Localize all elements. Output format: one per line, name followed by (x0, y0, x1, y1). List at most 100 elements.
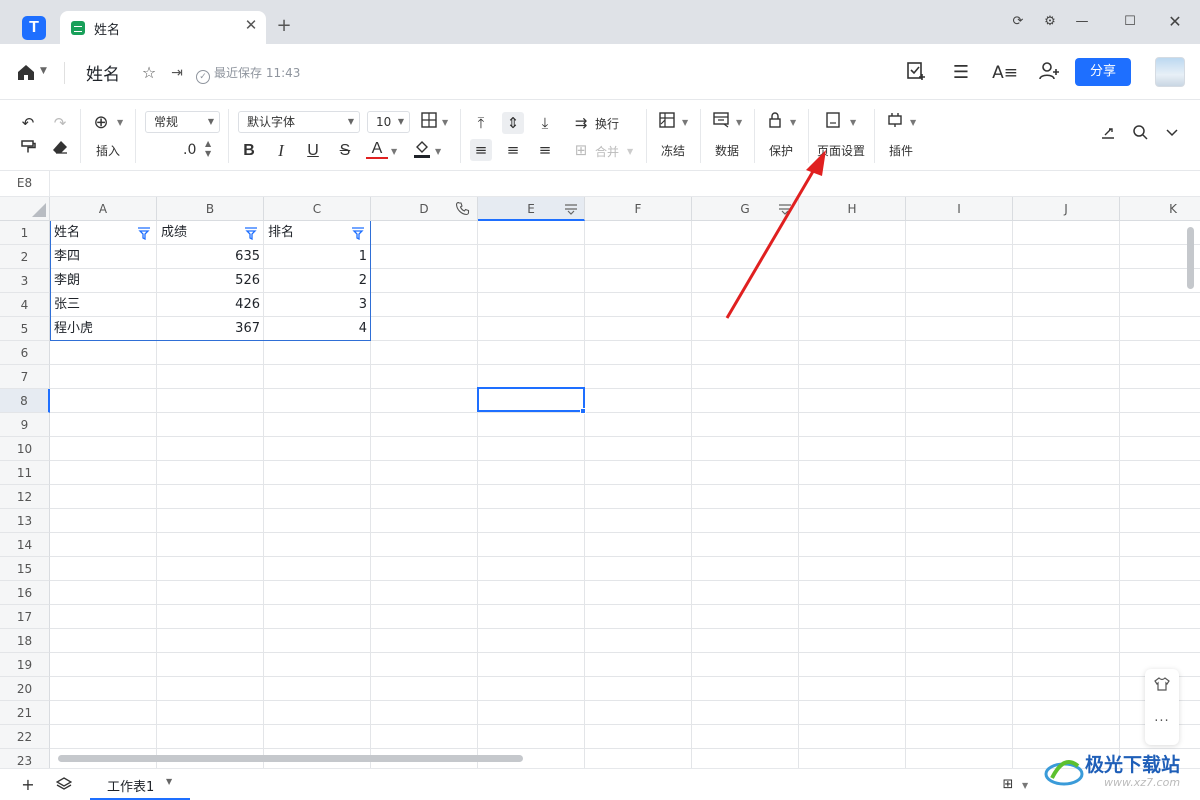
sheet-list-icon[interactable] (54, 775, 74, 795)
column-header[interactable]: K (1120, 197, 1200, 221)
data-label[interactable]: 数据 (715, 142, 739, 159)
row-header[interactable]: 20 (0, 677, 50, 701)
row-header[interactable]: 11 (0, 461, 50, 485)
user-avatar[interactable] (1155, 57, 1185, 87)
view-mode-icon[interactable]: ⊞ (998, 775, 1018, 795)
format-painter-icon[interactable] (17, 139, 39, 161)
underline-button[interactable]: U (302, 140, 324, 162)
text-format-icon[interactable]: A≡ (992, 60, 1018, 86)
column-header[interactable]: H (799, 197, 906, 221)
row-header[interactable]: 17 (0, 605, 50, 629)
column-header[interactable]: C (264, 197, 371, 221)
share-button[interactable]: 分享 (1075, 58, 1131, 86)
table-cell[interactable]: 635 (157, 245, 264, 269)
sync-icon[interactable]: ⟳ (1006, 10, 1030, 34)
row-header[interactable]: 13 (0, 509, 50, 533)
column-menu-icon[interactable] (778, 202, 792, 216)
merge-cells-label[interactable]: 合并 (595, 143, 619, 160)
filter-icon[interactable] (137, 226, 151, 240)
lock-icon[interactable] (764, 112, 786, 134)
minimize-button[interactable]: — (1070, 10, 1094, 34)
row-header[interactable]: 5 (0, 317, 50, 341)
table-cell[interactable]: 426 (157, 293, 264, 317)
font-size-select[interactable]: 10 ▼ (367, 111, 410, 133)
row-header[interactable]: 22 (0, 725, 50, 749)
table-cell[interactable]: 张三 (50, 293, 157, 317)
column-header[interactable]: F (585, 197, 692, 221)
font-family-select[interactable]: 默认字体 ▼ (238, 111, 360, 133)
wrap-text-label[interactable]: 换行 (595, 115, 619, 132)
align-middle-icon[interactable]: ⇕ (502, 112, 524, 134)
row-header[interactable]: 10 (0, 437, 50, 461)
row-header[interactable]: 9 (0, 413, 50, 437)
search-icon[interactable] (1129, 124, 1151, 146)
table-cell[interactable]: 李四 (50, 245, 157, 269)
row-header[interactable]: 2 (0, 245, 50, 269)
phone-icon[interactable] (456, 202, 470, 216)
column-header[interactable]: J (1013, 197, 1120, 221)
protect-label[interactable]: 保护 (769, 142, 793, 159)
page-setup-label[interactable]: 页面设置 (817, 142, 865, 159)
align-right-icon[interactable]: ≡ (534, 139, 556, 161)
row-header[interactable]: 7 (0, 365, 50, 389)
strikethrough-button[interactable]: S (334, 140, 356, 162)
column-header[interactable]: A (50, 197, 157, 221)
row-header[interactable]: 19 (0, 653, 50, 677)
table-cell[interactable]: 367 (157, 317, 264, 341)
filter-icon[interactable] (244, 226, 258, 240)
freeze-label[interactable]: 冻结 (661, 142, 685, 159)
cell-reference[interactable]: E8 (0, 171, 50, 196)
eraser-icon[interactable] (49, 139, 71, 161)
insert-plus-icon[interactable]: ⊕ (90, 112, 112, 134)
horizontal-scrollbar[interactable] (58, 755, 523, 762)
redo-icon[interactable]: ↷ (49, 112, 71, 134)
bold-button[interactable]: B (238, 140, 260, 162)
sheet-tab-active[interactable]: 工作表1 ▼ (90, 769, 190, 800)
row-header[interactable]: 3 (0, 269, 50, 293)
column-header[interactable]: I (906, 197, 1013, 221)
row-header[interactable]: 14 (0, 533, 50, 557)
plugin-icon[interactable] (884, 112, 906, 134)
wrap-text-icon[interactable]: ⇉ (570, 112, 592, 134)
document-title[interactable]: 姓名 (86, 60, 120, 85)
row-header[interactable]: 16 (0, 581, 50, 605)
maximize-button[interactable]: ☐ (1118, 10, 1142, 34)
column-menu-icon[interactable] (564, 202, 578, 216)
add-collaborator-icon[interactable] (1036, 60, 1062, 86)
app-logo[interactable]: T (22, 16, 46, 40)
row-header[interactable]: 18 (0, 629, 50, 653)
add-sheet-button[interactable]: + (18, 775, 38, 795)
selected-cell[interactable] (477, 387, 585, 412)
filter-icon[interactable] (351, 226, 365, 240)
fill-handle[interactable] (580, 408, 586, 414)
vertical-scrollbar[interactable] (1187, 227, 1194, 289)
freeze-icon[interactable] (656, 112, 678, 134)
row-header[interactable]: 12 (0, 485, 50, 509)
italic-button[interactable]: I (270, 140, 292, 162)
new-tab-button[interactable]: + (274, 16, 294, 36)
border-icon[interactable] (418, 112, 440, 134)
more-icon[interactable]: ··· (1145, 707, 1179, 737)
page-setup-icon[interactable] (822, 112, 844, 134)
row-header[interactable]: 21 (0, 701, 50, 725)
table-cell[interactable]: 2 (264, 269, 371, 293)
column-header[interactable]: B (157, 197, 264, 221)
row-header[interactable]: 23 (0, 749, 50, 768)
row-header[interactable]: 6 (0, 341, 50, 365)
merge-cells-icon[interactable]: ⊞ (570, 139, 592, 161)
home-button[interactable]: ▼ (16, 62, 52, 84)
row-header[interactable]: 15 (0, 557, 50, 581)
row-header[interactable]: 1 (0, 221, 50, 245)
table-cell[interactable]: 1 (264, 245, 371, 269)
align-top-icon[interactable]: ⤒ (470, 112, 492, 134)
spreadsheet-grid[interactable]: A B C D E F G H I J K 1 2 3 4 5 6 7 8 9 10 11 12 13 1… (0, 197, 1200, 768)
plugins-label[interactable]: 插件 (889, 142, 913, 159)
table-cell[interactable]: 李朗 (50, 269, 157, 293)
review-icon[interactable] (903, 60, 929, 86)
font-color-button[interactable]: A (366, 139, 388, 159)
star-icon[interactable]: ☆ (139, 63, 159, 83)
close-tab-icon[interactable]: ✕ (241, 15, 261, 35)
collapse-toolbar-icon[interactable] (1161, 124, 1183, 146)
settings-gear-icon[interactable]: ⚙ (1038, 10, 1062, 34)
select-all-corner[interactable] (0, 197, 50, 221)
